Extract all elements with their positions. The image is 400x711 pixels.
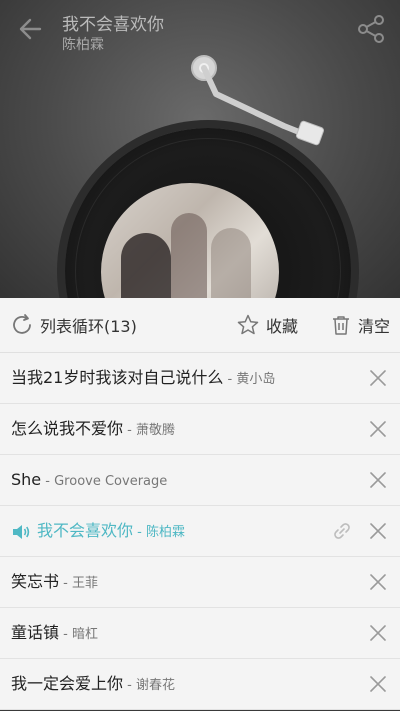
trash-icon bbox=[333, 316, 349, 335]
playlist-song-title: 怎么说我不爱你 bbox=[11, 419, 124, 438]
playlist-item[interactable]: 笑忘书 - 王菲 bbox=[0, 557, 400, 608]
clear-button[interactable]: 清空 bbox=[330, 298, 390, 352]
playlist-item-text: She - Groove Coverage bbox=[11, 455, 167, 505]
close-icon[interactable] bbox=[368, 623, 388, 643]
playlist-separator: - bbox=[223, 372, 237, 387]
loop-mode-button[interactable]: 列表循环(13) bbox=[10, 298, 137, 352]
close-icon[interactable] bbox=[368, 368, 388, 388]
playlist-singer: 谢春花 bbox=[135, 678, 175, 693]
close-icon[interactable] bbox=[368, 470, 388, 490]
star-icon bbox=[237, 314, 259, 335]
playlist-separator: - bbox=[123, 423, 136, 438]
playlist-singer: 王菲 bbox=[71, 576, 98, 591]
playlist-song-title: 笑忘书 bbox=[11, 572, 60, 591]
song-title: 我不会喜欢你 bbox=[62, 15, 164, 35]
share-icon[interactable] bbox=[354, 12, 388, 46]
playlist-separator: - bbox=[41, 474, 55, 489]
playlist-singer: 暗杠 bbox=[71, 627, 98, 642]
playlist-singer: 黄小岛 bbox=[236, 372, 276, 387]
arrow-left-icon[interactable] bbox=[14, 12, 48, 46]
close-icon[interactable] bbox=[368, 674, 388, 694]
link-icon[interactable] bbox=[332, 521, 352, 541]
close-icon[interactable] bbox=[368, 572, 388, 592]
playlist-item-text: 我一定会爱上你 - 谢春花 bbox=[11, 659, 175, 709]
playlist-singer: 陈柏霖 bbox=[145, 525, 185, 540]
song-artist: 陈柏霖 bbox=[62, 37, 104, 53]
playlist-separator: - bbox=[59, 627, 72, 642]
playlist-item[interactable]: 当我21岁时我该对自己说什么 - 黄小岛 bbox=[0, 353, 400, 404]
playlist-item[interactable]: 怎么说我不爱你 - 萧敬腾 bbox=[0, 404, 400, 455]
playlist-item[interactable]: She - Groove Coverage bbox=[0, 455, 400, 506]
playlist-item-text: 我不会喜欢你 - 陈柏霖 bbox=[11, 506, 185, 556]
player-header: 我不会喜欢你 陈柏霖 bbox=[0, 0, 400, 60]
playlist-singer: Groove Coverage bbox=[54, 474, 168, 489]
playlist-item-text: 童话镇 - 暗杠 bbox=[11, 608, 98, 658]
playlist-item[interactable]: 童话镇 - 暗杠 bbox=[0, 608, 400, 659]
playlist-item[interactable]: 我不会喜欢你 - 陈柏霖 bbox=[0, 506, 400, 557]
playlist-panel: 列表循环(13) 收藏 清空 当我21岁时我该对自己说什么 - 黄小岛 怎么说我不… bbox=[0, 298, 400, 710]
playlist-item-text: 当我21岁时我该对自己说什么 - 黄小岛 bbox=[11, 353, 275, 403]
favorite-label: 收藏 bbox=[266, 317, 299, 336]
playlist-song-title: 当我21岁时我该对自己说什么 bbox=[11, 368, 224, 387]
playlist-song-title: 我一定会爱上你 bbox=[11, 674, 124, 693]
playlist-item-text: 怎么说我不爱你 - 萧敬腾 bbox=[11, 404, 175, 454]
playlist-song-title: 我不会喜欢你 bbox=[37, 521, 134, 540]
playlist-item-text: 笑忘书 - 王菲 bbox=[11, 557, 98, 607]
playlist-separator: - bbox=[133, 525, 146, 540]
playlist-separator: - bbox=[123, 678, 136, 693]
tonearm bbox=[191, 55, 325, 146]
speaker-icon bbox=[13, 524, 30, 539]
clear-label: 清空 bbox=[358, 317, 391, 336]
playlist-item[interactable]: 我一定会爱上你 - 谢春花 bbox=[0, 659, 400, 710]
loop-mode-label: 列表循环(13) bbox=[40, 317, 137, 336]
playlist-separator: - bbox=[59, 576, 72, 591]
loop-icon bbox=[13, 314, 31, 334]
favorite-button[interactable]: 收藏 bbox=[236, 298, 298, 352]
playlist-song-title: 童话镇 bbox=[11, 623, 60, 642]
playlist-singer: 萧敬腾 bbox=[135, 423, 175, 438]
close-icon[interactable] bbox=[368, 419, 388, 439]
close-icon[interactable] bbox=[368, 521, 388, 541]
playlist-song-title: She bbox=[11, 470, 42, 489]
playlist-toolbar: 列表循环(13) 收藏 清空 bbox=[0, 298, 400, 353]
